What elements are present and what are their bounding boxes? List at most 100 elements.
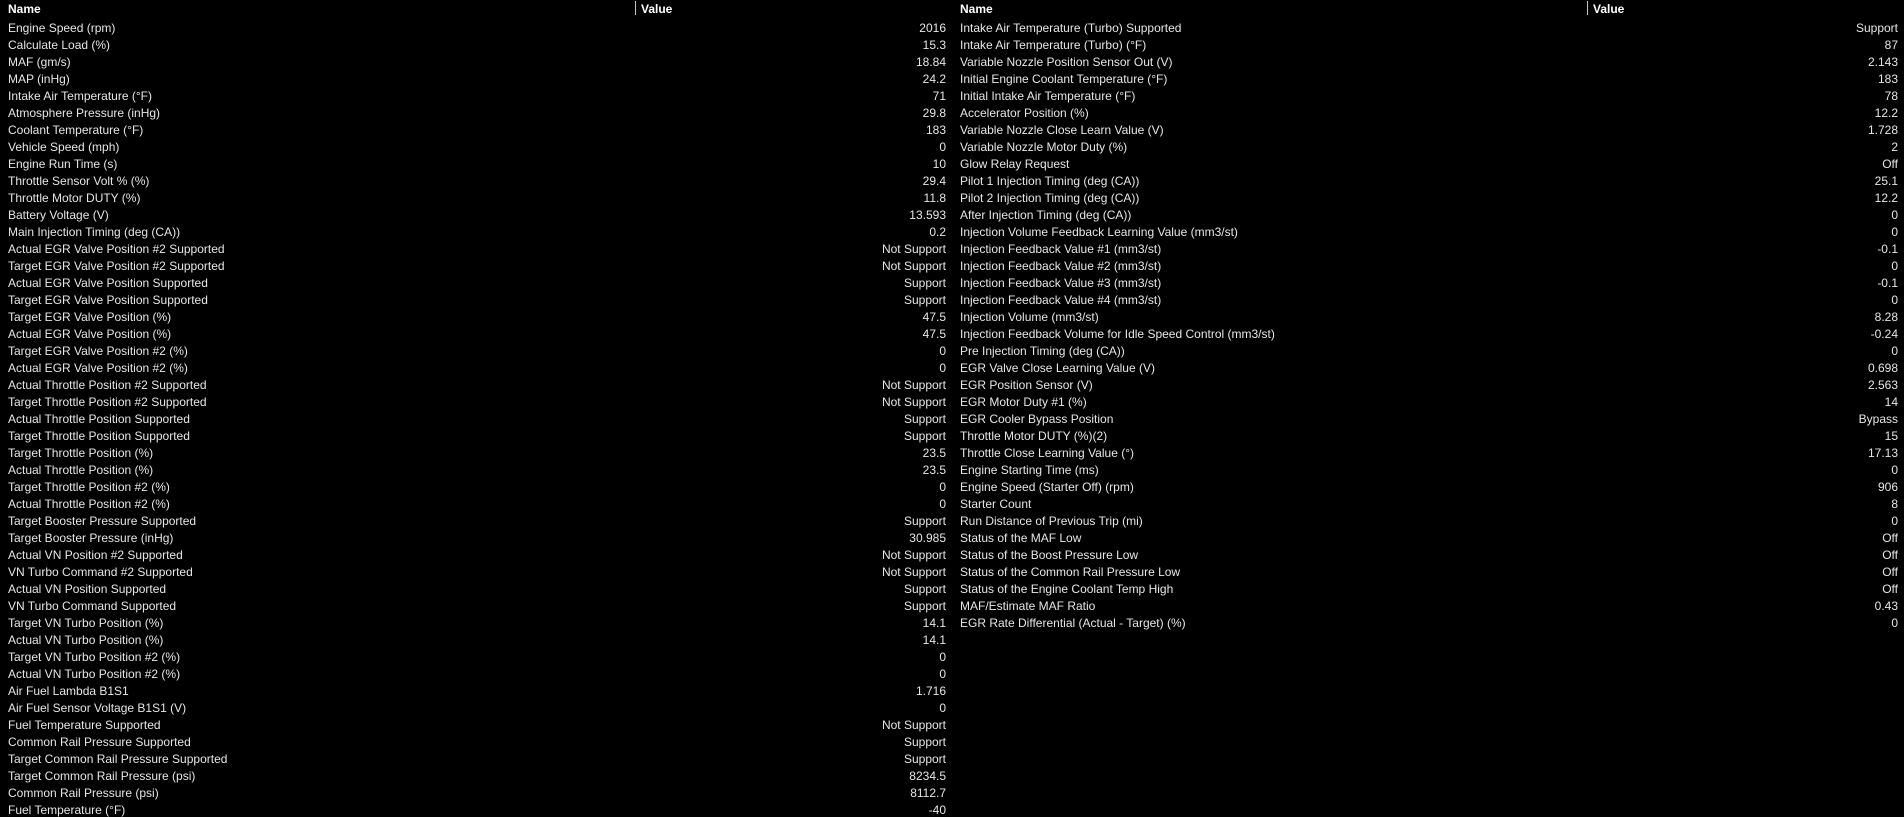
table-row[interactable]: Variable Nozzle Position Sensor Out (V) 2…: [952, 54, 1904, 71]
table-row[interactable]: Coolant Temperature (°F) 183: [0, 122, 952, 139]
table-row[interactable]: EGR Rate Differential (Actual - Target) …: [952, 615, 1904, 632]
table-row[interactable]: MAF/Estimate MAF Ratio 0.43: [952, 598, 1904, 615]
table-row[interactable]: Target Throttle Position #2 (%) 0: [0, 479, 952, 496]
table-row[interactable]: Target Throttle Position #2 Supported Not…: [0, 394, 952, 411]
table-row[interactable]: Actual VN Turbo Position #2 (%) 0: [0, 666, 952, 683]
table-row[interactable]: Actual EGR Valve Position #2 (%) 0: [0, 360, 952, 377]
table-row[interactable]: Air Fuel Sensor Voltage B1S1 (V) 0: [0, 700, 952, 717]
parameter-name: Throttle Motor DUTY (%)(2): [960, 429, 1108, 443]
table-row[interactable]: Injection Feedback Volume for Idle Speed…: [952, 326, 1904, 343]
table-row[interactable]: Engine Starting Time (ms) 0: [952, 462, 1904, 479]
table-row[interactable]: Injection Feedback Value #4 (mm3/st) 0: [952, 292, 1904, 309]
parameter-name: Engine Run Time (s): [8, 157, 118, 171]
table-row[interactable]: Target EGR Valve Position #2 Supported No…: [0, 258, 952, 275]
table-row[interactable]: VN Turbo Command #2 Supported Not Support: [0, 564, 952, 581]
table-row[interactable]: Intake Air Temperature (Turbo) (°F) 87: [952, 37, 1904, 54]
table-row[interactable]: Throttle Sensor Volt % (%) 29.4: [0, 173, 952, 190]
table-row[interactable]: Actual VN Position #2 Supported Not Suppo…: [0, 547, 952, 564]
table-row[interactable]: Target Common Rail Pressure Supported Sup…: [0, 751, 952, 768]
table-row[interactable]: Vehicle Speed (mph) 0: [0, 139, 952, 156]
parameter-value: 1.716: [915, 684, 946, 698]
table-row[interactable]: Main Injection Timing (deg (CA)) 0.2: [0, 224, 952, 241]
parameter-value: 8112.7: [910, 786, 946, 800]
table-row[interactable]: Intake Air Temperature (°F) 71: [0, 88, 952, 105]
value-column-header[interactable]: Value: [1587, 2, 1904, 16]
name-column-header[interactable]: Name: [0, 2, 635, 16]
parameter-name: Pilot 1 Injection Timing (deg (CA)): [960, 174, 1140, 188]
table-row[interactable]: EGR Valve Close Learning Value (V) 0.698: [952, 360, 1904, 377]
table-row[interactable]: Actual Throttle Position #2 Supported Not…: [0, 377, 952, 394]
table-row[interactable]: EGR Motor Duty #1 (%) 14: [952, 394, 1904, 411]
table-row[interactable]: Glow Relay Request Off: [952, 156, 1904, 173]
parameter-value: 23.5: [922, 446, 946, 460]
name-column-header[interactable]: Name: [952, 2, 1587, 16]
table-row[interactable]: Atmosphere Pressure (inHg) 29.8: [0, 105, 952, 122]
table-row[interactable]: Actual Throttle Position (%) 23.5: [0, 462, 952, 479]
table-row[interactable]: Target EGR Valve Position #2 (%) 0: [0, 343, 952, 360]
table-row[interactable]: Actual Throttle Position Supported Suppor…: [0, 411, 952, 428]
table-row[interactable]: Target VN Turbo Position (%) 14.1: [0, 615, 952, 632]
table-row[interactable]: Injection Feedback Value #3 (mm3/st) -0.1: [952, 275, 1904, 292]
table-row[interactable]: Pilot 2 Injection Timing (deg (CA)) 12.2: [952, 190, 1904, 207]
parameter-value: 12.2: [1874, 191, 1898, 205]
table-row[interactable]: Engine Run Time (s) 10: [0, 156, 952, 173]
table-row[interactable]: EGR Cooler Bypass Position Bypass: [952, 411, 1904, 428]
parameter-name: Actual VN Position #2 Supported: [8, 548, 183, 562]
table-row[interactable]: Fuel Temperature (°F) -40: [0, 802, 952, 817]
table-row[interactable]: Target Common Rail Pressure (psi) 8234.5: [0, 768, 952, 785]
table-row[interactable]: Actual EGR Valve Position #2 Supported No…: [0, 241, 952, 258]
table-row[interactable]: Initial Intake Air Temperature (°F) 78: [952, 88, 1904, 105]
table-row[interactable]: Pre Injection Timing (deg (CA)) 0: [952, 343, 1904, 360]
table-row[interactable]: Run Distance of Previous Trip (mi) 0: [952, 513, 1904, 530]
table-row[interactable]: Actual VN Position Supported Support: [0, 581, 952, 598]
table-row[interactable]: Initial Engine Coolant Temperature (°F) 1…: [952, 71, 1904, 88]
table-row[interactable]: Injection Volume Feedback Learning Value…: [952, 224, 1904, 241]
table-row[interactable]: Status of the Boost Pressure Low Off: [952, 547, 1904, 564]
table-row[interactable]: Status of the Engine Coolant Temp High Of…: [952, 581, 1904, 598]
table-row[interactable]: Intake Air Temperature (Turbo) Supported…: [952, 20, 1904, 37]
table-row[interactable]: Target Throttle Position Supported Suppor…: [0, 428, 952, 445]
table-row[interactable]: Common Rail Pressure Supported Support: [0, 734, 952, 751]
table-row[interactable]: Pilot 1 Injection Timing (deg (CA)) 25.1: [952, 173, 1904, 190]
parameter-value: 78: [1884, 89, 1898, 103]
table-row[interactable]: Engine Speed (Starter Off) (rpm) 906: [952, 479, 1904, 496]
value-column-header[interactable]: Value: [635, 2, 952, 16]
parameter-name: Injection Volume Feedback Learning Value…: [960, 225, 1238, 239]
table-row[interactable]: Starter Count 8: [952, 496, 1904, 513]
table-row[interactable]: Air Fuel Lambda B1S1 1.716: [0, 683, 952, 700]
table-row[interactable]: Injection Volume (mm3/st) 8.28: [952, 309, 1904, 326]
table-row[interactable]: Injection Feedback Value #2 (mm3/st) 0: [952, 258, 1904, 275]
parameter-value: 8.28: [1874, 310, 1898, 324]
table-row[interactable]: Engine Speed (rpm) 2016: [0, 20, 952, 37]
table-row[interactable]: Target Booster Pressure Supported Support: [0, 513, 952, 530]
table-row[interactable]: Actual Throttle Position #2 (%) 0: [0, 496, 952, 513]
table-row[interactable]: Variable Nozzle Motor Duty (%) 2: [952, 139, 1904, 156]
table-row[interactable]: Fuel Temperature Supported Not Support: [0, 717, 952, 734]
table-row[interactable]: Target Throttle Position (%) 23.5: [0, 445, 952, 462]
table-row[interactable]: Actual EGR Valve Position Supported Suppo…: [0, 275, 952, 292]
table-row[interactable]: Actual EGR Valve Position (%) 47.5: [0, 326, 952, 343]
table-row[interactable]: EGR Position Sensor (V) 2.563: [952, 377, 1904, 394]
table-row[interactable]: Battery Voltage (V) 13.593: [0, 207, 952, 224]
table-row[interactable]: Actual VN Turbo Position (%) 14.1: [0, 632, 952, 649]
table-row[interactable]: Variable Nozzle Close Learn Value (V) 1.7…: [952, 122, 1904, 139]
table-row[interactable]: Throttle Motor DUTY (%)(2) 15: [952, 428, 1904, 445]
table-row[interactable]: Accelerator Position (%) 12.2: [952, 105, 1904, 122]
table-row[interactable]: Throttle Motor DUTY (%) 11.8: [0, 190, 952, 207]
table-row[interactable]: MAP (inHg) 24.2: [0, 71, 952, 88]
table-row[interactable]: Status of the Common Rail Pressure Low Of…: [952, 564, 1904, 581]
table-row[interactable]: Status of the MAF Low Off: [952, 530, 1904, 547]
table-row[interactable]: Target EGR Valve Position Supported Suppo…: [0, 292, 952, 309]
table-row[interactable]: Target VN Turbo Position #2 (%) 0: [0, 649, 952, 666]
table-row[interactable]: Common Rail Pressure (psi) 8112.7: [0, 785, 952, 802]
table-row[interactable]: Injection Feedback Value #1 (mm3/st) -0.1: [952, 241, 1904, 258]
table-row[interactable]: Target Booster Pressure (inHg) 30.985: [0, 530, 952, 547]
table-row[interactable]: MAF (gm/s) 18.84: [0, 54, 952, 71]
parameter-name: Atmosphere Pressure (inHg): [8, 106, 161, 120]
parameter-value: Support: [903, 735, 946, 749]
table-row[interactable]: Throttle Close Learning Value (°) 17.13: [952, 445, 1904, 462]
table-row[interactable]: Calculate Load (%) 15.3: [0, 37, 952, 54]
table-row[interactable]: VN Turbo Command Supported Support: [0, 598, 952, 615]
table-row[interactable]: After Injection Timing (deg (CA)) 0: [952, 207, 1904, 224]
table-row[interactable]: Target EGR Valve Position (%) 47.5: [0, 309, 952, 326]
